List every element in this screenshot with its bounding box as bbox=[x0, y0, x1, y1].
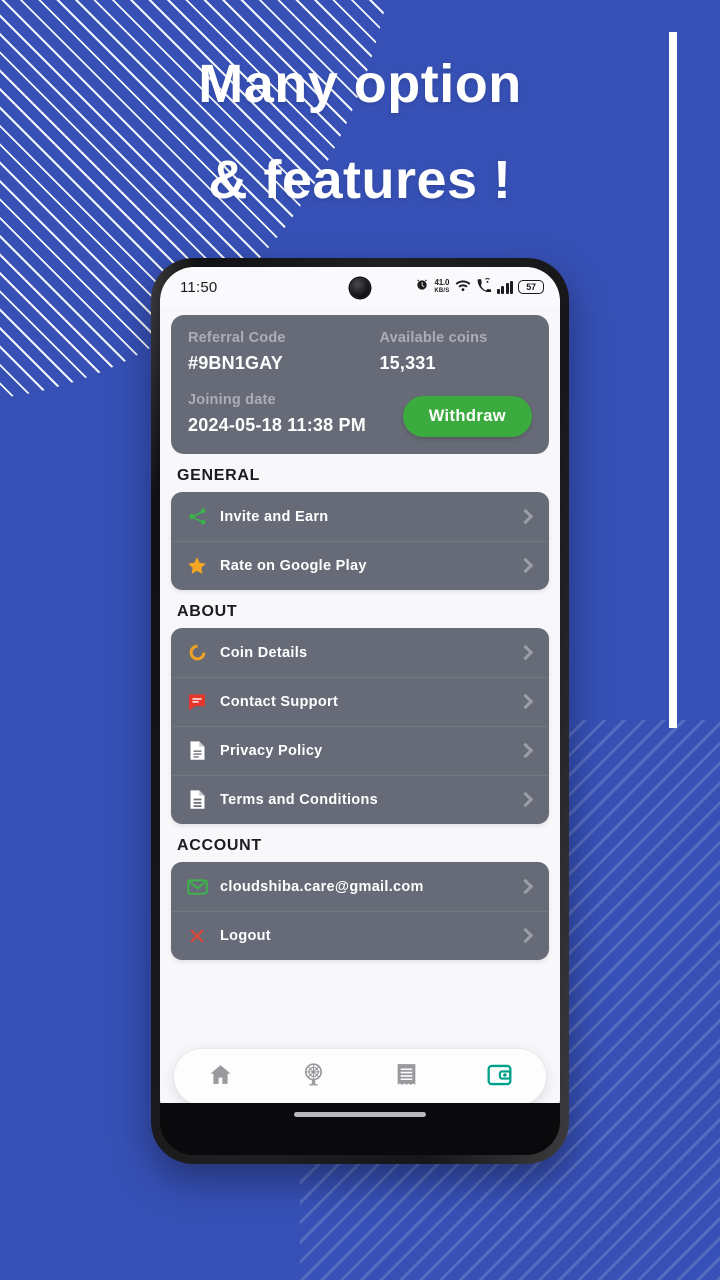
chevron-right-icon bbox=[517, 644, 534, 661]
referral-code-block: Referral Code #9BN1GAY bbox=[188, 330, 357, 374]
summary-row-top: Referral Code #9BN1GAY Available coins 1… bbox=[188, 330, 532, 374]
referral-code-label: Referral Code bbox=[188, 330, 286, 346]
promo-headline: Many option & features ! bbox=[0, 36, 720, 228]
chevron-right-icon bbox=[517, 693, 534, 710]
phone-screen-area: 11:50 41.0 KB/S 57 Referral Code #9BN1GA… bbox=[160, 267, 560, 1155]
joining-date-block: Joining date 2024-05-18 11:38 PM bbox=[188, 391, 366, 436]
document-lines-icon bbox=[185, 788, 209, 812]
withdraw-button[interactable]: Withdraw bbox=[402, 396, 532, 437]
row-contact-support[interactable]: Contact Support bbox=[171, 677, 549, 726]
status-bar-clock: 11:50 bbox=[180, 278, 218, 296]
row-label: Coin Details bbox=[220, 644, 308, 661]
battery-icon: 57 bbox=[518, 280, 544, 294]
row-account-email[interactable]: cloudshiba.care@gmail.com bbox=[171, 862, 549, 911]
available-coins-label: Available coins bbox=[379, 330, 488, 346]
settings-group-about: Coin Details Contact Support Privacy Pol… bbox=[171, 628, 549, 824]
nav-item-spin[interactable] bbox=[288, 1055, 340, 1099]
chevron-right-icon bbox=[517, 878, 534, 895]
promo-banner: Many option & features ! 11:50 41.0 KB/S… bbox=[0, 0, 720, 1280]
status-bar-icons: 41.0 KB/S 57 bbox=[415, 277, 544, 297]
row-label: cloudshiba.care@gmail.com bbox=[220, 878, 424, 895]
close-x-icon bbox=[185, 924, 209, 948]
joining-date-label: Joining date bbox=[188, 391, 276, 408]
nav-item-wallet[interactable] bbox=[474, 1055, 526, 1099]
row-label: Privacy Policy bbox=[220, 742, 323, 759]
front-camera-punch-hole bbox=[350, 278, 370, 298]
home-icon bbox=[208, 1062, 233, 1092]
section-title-account: ACCOUNT bbox=[177, 837, 262, 854]
row-label: Logout bbox=[220, 927, 271, 944]
row-label: Contact Support bbox=[220, 693, 339, 710]
bottom-navigation-bar bbox=[174, 1049, 546, 1105]
chevron-right-icon bbox=[517, 557, 534, 574]
settings-group-account: cloudshiba.care@gmail.com Logout bbox=[171, 862, 549, 960]
nav-item-home[interactable] bbox=[195, 1055, 247, 1099]
row-rate-on-google-play[interactable]: Rate on Google Play bbox=[171, 541, 549, 590]
app-screen: 11:50 41.0 KB/S 57 Referral Code #9BN1GA… bbox=[160, 267, 560, 1121]
signal-bars-icon bbox=[496, 280, 513, 294]
phone-mockup: 11:50 41.0 KB/S 57 Referral Code #9BN1GA… bbox=[151, 258, 569, 1164]
row-terms-and-conditions[interactable]: Terms and Conditions bbox=[171, 775, 549, 824]
chevron-right-icon bbox=[517, 508, 534, 525]
headline-line-1: Many option bbox=[198, 54, 522, 114]
wifi-icon bbox=[455, 278, 471, 297]
available-coins-block: Available coins 15,331 bbox=[363, 330, 532, 374]
network-speed-icon: 41.0 KB/S bbox=[434, 278, 450, 295]
email-icon bbox=[185, 875, 209, 899]
nav-item-history[interactable] bbox=[381, 1055, 433, 1099]
row-invite-and-earn[interactable]: Invite and Earn bbox=[171, 492, 549, 541]
home-gesture-bar[interactable] bbox=[294, 1112, 426, 1117]
wallet-icon bbox=[487, 1063, 512, 1092]
app-content: Referral Code #9BN1GAY Available coins 1… bbox=[160, 307, 560, 1037]
row-label: Terms and Conditions bbox=[220, 791, 378, 808]
row-privacy-policy[interactable]: Privacy Policy bbox=[171, 726, 549, 775]
coin-ring-icon bbox=[185, 641, 209, 665]
row-label: Invite and Earn bbox=[220, 508, 329, 525]
chat-support-icon bbox=[185, 690, 209, 714]
available-coins-value: 15,331 bbox=[379, 353, 436, 373]
chevron-right-icon bbox=[517, 927, 534, 944]
status-bar: 11:50 41.0 KB/S 57 bbox=[160, 267, 560, 307]
row-coin-details[interactable]: Coin Details bbox=[171, 628, 549, 677]
referral-code-value[interactable]: #9BN1GAY bbox=[188, 353, 357, 374]
spin-wheel-icon bbox=[301, 1062, 326, 1092]
share-icon bbox=[185, 505, 209, 529]
row-logout[interactable]: Logout bbox=[171, 911, 549, 960]
receipt-icon bbox=[395, 1062, 418, 1092]
section-title-about: ABOUT bbox=[177, 603, 238, 620]
document-icon bbox=[185, 739, 209, 763]
star-icon bbox=[185, 554, 209, 578]
account-summary-card: Referral Code #9BN1GAY Available coins 1… bbox=[171, 315, 549, 454]
chevron-right-icon bbox=[517, 791, 534, 808]
section-title-general: GENERAL bbox=[177, 467, 261, 484]
row-label: Rate on Google Play bbox=[220, 557, 367, 574]
vowifi-call-icon bbox=[476, 277, 492, 297]
headline-line-2: & features ! bbox=[208, 150, 512, 211]
joining-date-value: 2024-05-18 11:38 PM bbox=[188, 414, 366, 435]
settings-group-general: Invite and Earn Rate on Google Play bbox=[171, 492, 549, 590]
battery-level-label: 57 bbox=[526, 282, 536, 292]
summary-row-bottom: Joining date 2024-05-18 11:38 PM Withdra… bbox=[188, 390, 532, 437]
alarm-icon bbox=[415, 278, 429, 297]
chevron-right-icon bbox=[517, 742, 534, 759]
system-gesture-area bbox=[160, 1103, 560, 1155]
